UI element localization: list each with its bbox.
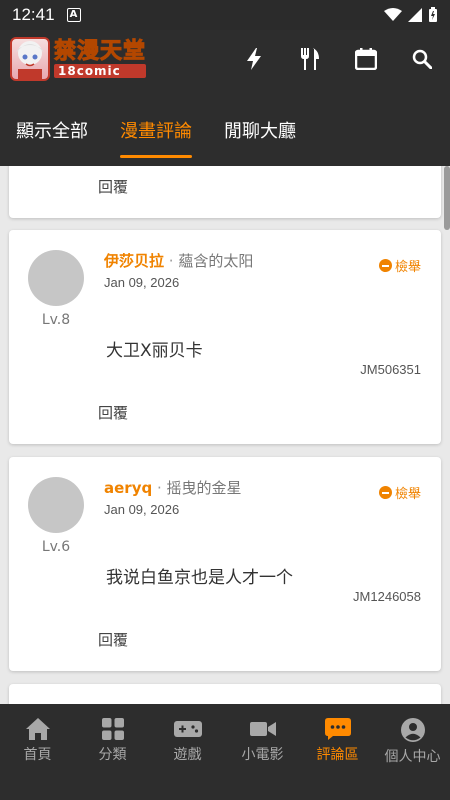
report-label: 檢舉 — [394, 260, 421, 275]
logo-subtitle: 18comic — [54, 64, 147, 78]
minus-circle-icon — [378, 259, 392, 272]
home-icon — [25, 718, 50, 740]
gamepad-icon — [173, 721, 202, 737]
user-level: Lv.6 — [41, 539, 71, 555]
nav-short-videos[interactable]: 小電影 — [225, 704, 300, 800]
avatar[interactable] — [28, 477, 84, 533]
comic-code-link[interactable]: JM1246058 — [353, 589, 421, 604]
nav-games[interactable]: 遊戲 — [150, 704, 225, 800]
comment-card-partial: 回覆 — [9, 166, 441, 218]
calendar-button[interactable] — [338, 30, 394, 88]
scrollbar[interactable] — [444, 166, 450, 230]
lightning-icon — [247, 48, 261, 70]
avatar[interactable] — [28, 250, 84, 306]
comment-card: Lv.8 伊莎贝拉 · 蘊含的太阳 Jan 09, 2026 檢舉 大卫X丽贝卡… — [9, 230, 441, 444]
nav-comments-label: 評論區 — [316, 747, 359, 763]
reply-button[interactable]: 回覆 — [98, 402, 128, 423]
utensils-icon — [301, 48, 319, 70]
user-icon — [400, 718, 425, 742]
user-info: aeryq · 摇曳的金星 — [104, 477, 242, 498]
comment-text: 我说白鱼京也是人才一个 — [106, 568, 293, 588]
nav-profile[interactable]: 個人中心 — [375, 704, 450, 800]
comment-feed[interactable]: 回覆 Lv.8 伊莎贝拉 · 蘊含的太阳 Jan 09, 2026 檢舉 大卫X… — [0, 166, 450, 704]
comment-card: Lv.6 aeryq · 摇曳的金星 Jan 09, 2026 檢舉 我说白鱼京… — [9, 457, 441, 671]
logo-title: 禁漫天堂 — [53, 39, 147, 64]
comment-date: Jan 09, 2026 — [104, 502, 180, 517]
search-icon — [412, 49, 432, 69]
user-tagline: 蘊含的太阳 — [178, 252, 254, 270]
status-bar: 12:41 A — [0, 0, 450, 30]
username[interactable]: 伊莎贝拉 — [104, 252, 164, 270]
signal-icon — [408, 8, 422, 22]
tab-bar: 顯示全部 漫畫評論 閒聊大廳 — [0, 88, 450, 166]
logo-mascot — [10, 37, 50, 81]
comment-card-partial — [9, 684, 441, 704]
nav-home[interactable]: 首頁 — [0, 704, 75, 800]
battery-icon — [429, 7, 437, 22]
comment-date: Jan 09, 2026 — [104, 275, 180, 290]
nav-home-label: 首頁 — [23, 747, 52, 763]
nav-profile-label: 個人中心 — [384, 749, 441, 765]
comic-code-link[interactable]: JM506351 — [360, 362, 421, 377]
status-icons — [384, 7, 438, 23]
app-logo[interactable]: 禁漫天堂 18comic — [10, 35, 147, 83]
separator: · — [152, 479, 167, 497]
restaurant-button[interactable] — [282, 30, 338, 88]
nav-short-videos-label: 小電影 — [241, 747, 284, 763]
user-tagline: 摇曳的金星 — [166, 479, 242, 497]
comment-icon — [324, 718, 351, 740]
video-camera-icon — [249, 722, 276, 736]
grid-icon — [101, 718, 124, 740]
user-level: Lv.8 — [41, 312, 71, 328]
report-button[interactable]: 檢舉 — [378, 256, 421, 275]
report-button[interactable]: 檢舉 — [378, 483, 421, 502]
wifi-icon — [384, 8, 402, 21]
username[interactable]: aeryq — [104, 479, 152, 497]
nav-categories[interactable]: 分類 — [75, 704, 150, 800]
bottom-navigation: 首頁 分類 遊戲 小電影 評論區 個人中心 — [0, 704, 450, 800]
tab-show-all[interactable]: 顯示全部 — [16, 88, 88, 166]
app-bar: 禁漫天堂 18comic — [0, 30, 450, 88]
status-time: 12:41 — [12, 5, 55, 24]
user-info: 伊莎贝拉 · 蘊含的太阳 — [104, 250, 253, 271]
minus-circle-icon — [378, 486, 392, 499]
calendar-icon — [355, 48, 377, 70]
report-label: 檢舉 — [394, 487, 421, 502]
notification-indicator: A — [66, 8, 81, 22]
tab-chat-lobby[interactable]: 閒聊大廳 — [224, 88, 296, 166]
separator: · — [164, 252, 179, 270]
lightning-button[interactable] — [226, 30, 282, 88]
tab-comic-comments[interactable]: 漫畫評論 — [120, 88, 192, 166]
nav-categories-label: 分類 — [98, 747, 127, 763]
reply-button[interactable]: 回覆 — [98, 629, 128, 650]
comment-text: 大卫X丽贝卡 — [106, 341, 203, 361]
reply-button[interactable]: 回覆 — [98, 176, 128, 197]
nav-games-label: 遊戲 — [173, 747, 202, 763]
nav-comments[interactable]: 評論區 — [300, 704, 375, 800]
search-button[interactable] — [394, 30, 450, 88]
